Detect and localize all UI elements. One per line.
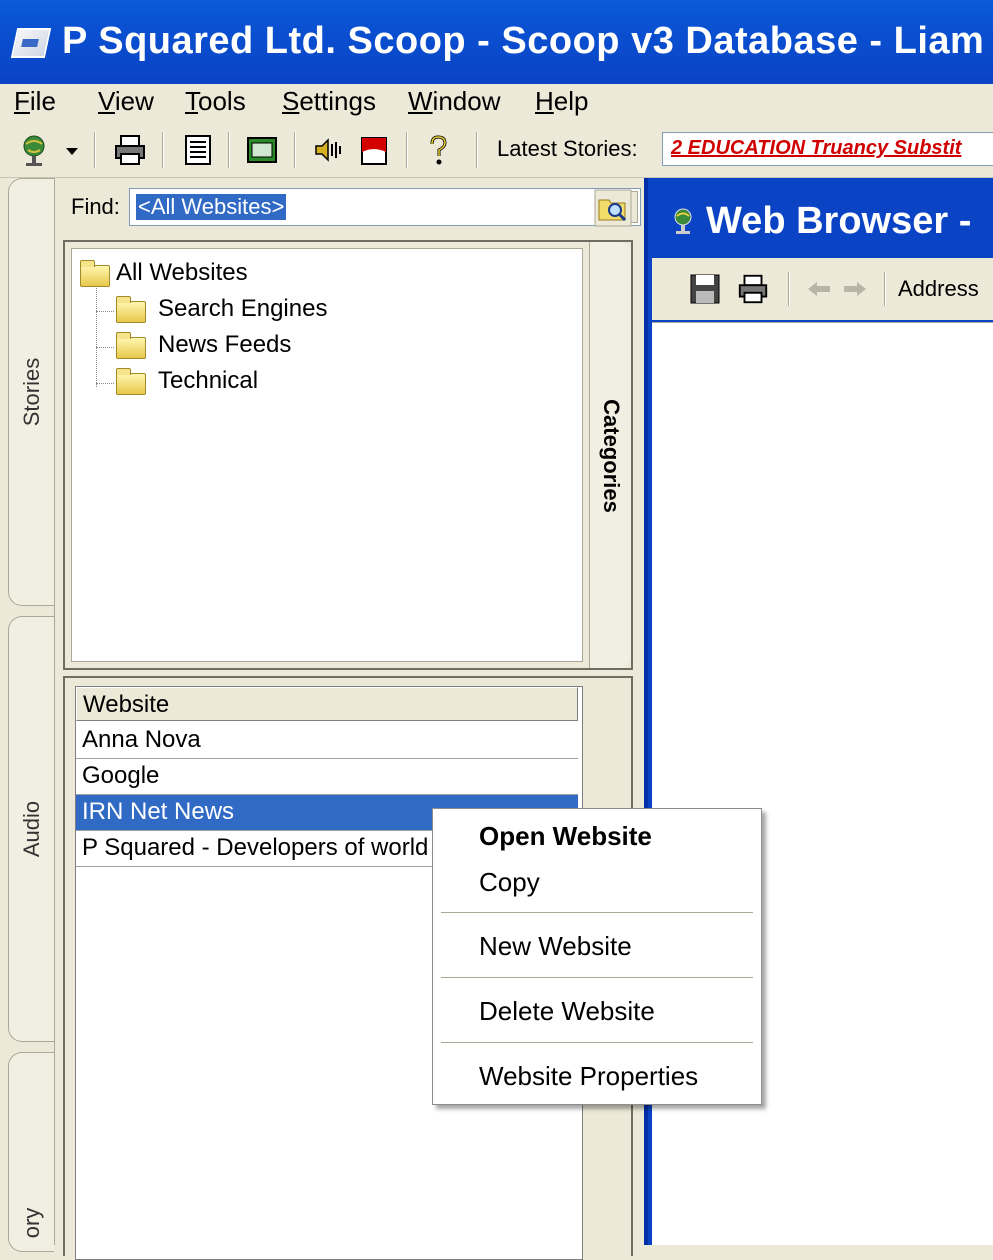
menu-help[interactable]: Help [535,84,588,118]
print-icon[interactable] [112,132,148,168]
menu-bar: File View Tools Settings Window Help [0,84,993,118]
menu-item-label: Delete Website [479,996,655,1026]
list-item[interactable]: Anna Nova [76,723,578,759]
menu-separator [441,1042,753,1043]
flag-icon[interactable] [356,132,392,168]
web-browser-content[interactable] [652,322,993,1245]
menu-settings[interactable]: Settings [282,84,376,118]
categories-pane: All Websites Search Engines News Feeds T… [63,240,633,670]
tree-item-label: All Websites [116,259,248,286]
tab-categories-label: Categories [598,399,624,513]
category-tree: All Websites Search Engines News Feeds T… [71,248,583,662]
tab-audio-label: Audio [18,800,44,858]
menu-view[interactable]: View [98,84,154,118]
web-browser-toolbar: Address [652,258,993,320]
tree-line [96,347,114,348]
toolbar-separator [476,132,478,168]
audio-icon[interactable] [310,132,346,168]
tab-stories[interactable]: Stories [8,178,54,606]
tab-categories[interactable]: Categories [589,242,631,668]
back-arrow-icon[interactable] [804,276,834,302]
website-name: P Squared - Developers of world class [82,834,490,861]
tab-stories-label: Stories [18,357,44,427]
help-icon[interactable] [420,132,456,168]
tree-line [96,275,97,387]
dropdown-arrow-icon[interactable] [60,132,84,168]
list-icon[interactable] [180,132,216,168]
menu-item-label: New Website [479,931,632,961]
toolbar-separator [884,272,886,306]
address-label: Address [898,276,979,301]
window-icon[interactable] [244,132,280,168]
menu-item-copy[interactable]: Copy [433,859,761,905]
column-header-website[interactable]: Website [76,687,578,721]
side-tab-strip: Stories Audio ory [0,178,55,1252]
web-browser-title: Web Browser - [706,200,972,242]
latest-story-link[interactable]: 2 EDUCATION Truancy Substit [671,137,961,160]
folder-icon [116,332,146,359]
app-icon [10,28,52,58]
toolbar-separator [788,272,790,306]
menu-item-label: Copy [479,867,540,897]
tree-line [96,383,114,384]
latest-stories-label: Latest Stories: [497,136,638,161]
website-name: IRN Net News [82,798,235,825]
window-title: P Squared Ltd. Scoop - Scoop v3 Database… [62,20,985,62]
title-bar[interactable]: P Squared Ltd. Scoop - Scoop v3 Database… [0,0,993,84]
folder-icon [116,296,146,323]
save-icon[interactable] [688,272,722,306]
menu-item-new-website[interactable]: New Website [433,923,761,969]
tab-history[interactable]: ory [8,1052,54,1252]
menu-item-label: Open Website [479,821,652,851]
toolbar-separator [228,132,230,168]
toolbar-separator [294,132,296,168]
toolbar-separator [406,132,408,168]
menu-separator [441,912,753,913]
print-icon[interactable] [736,272,770,306]
list-item[interactable]: Google [76,759,578,795]
context-menu: Open Website Copy New Website Delete Web… [432,808,762,1105]
menu-window[interactable]: Window [408,84,500,118]
forward-arrow-icon[interactable] [840,276,870,302]
column-header-label: Website [83,691,170,718]
tree-item-label: Search Engines [158,295,328,322]
latest-stories-ticker[interactable]: 2 EDUCATION Truancy Substit [662,132,993,166]
website-name: Google [82,762,160,789]
find-label: Find: [71,194,120,219]
toolbar-separator [94,132,96,168]
menu-item-open-website[interactable]: Open Website [433,813,761,859]
find-value: <All Websites> [136,194,287,220]
menu-item-label: Website Properties [479,1061,699,1091]
tab-history-label: ory [18,1207,44,1239]
folder-open-icon [80,260,110,287]
folder-icon [116,368,146,395]
menu-item-website-properties[interactable]: Website Properties [433,1053,761,1099]
menu-separator [441,977,753,978]
menu-item-delete-website[interactable]: Delete Website [433,988,761,1034]
tree-line [96,311,114,312]
website-name: Anna Nova [82,726,201,753]
globe-icon [674,208,692,234]
globe-icon[interactable] [16,132,52,168]
main-toolbar: Latest Stories: 2 EDUCATION Truancy Subs… [0,118,993,178]
find-folder-icon[interactable] [593,188,633,228]
tree-item-label: News Feeds [158,331,292,358]
tree-item-label: Technical [158,367,259,394]
menu-tools[interactable]: Tools [185,84,246,118]
find-combo[interactable]: <All Websites> ▼ [129,188,641,226]
tab-audio[interactable]: Audio [8,616,54,1042]
menu-file[interactable]: File [14,84,56,118]
toolbar-separator [162,132,164,168]
